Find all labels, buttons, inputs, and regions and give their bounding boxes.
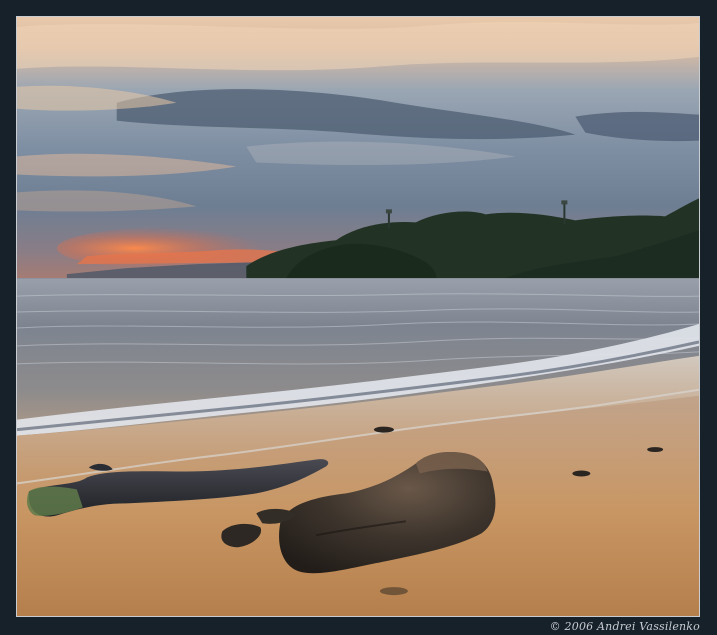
copyright-caption: © 2006 Andrei Vassilenko xyxy=(549,620,700,633)
beach-sunset-photo xyxy=(16,16,700,617)
beach-scene-illustration xyxy=(17,17,699,616)
photo-frame: © 2006 Andrei Vassilenko xyxy=(0,0,717,635)
